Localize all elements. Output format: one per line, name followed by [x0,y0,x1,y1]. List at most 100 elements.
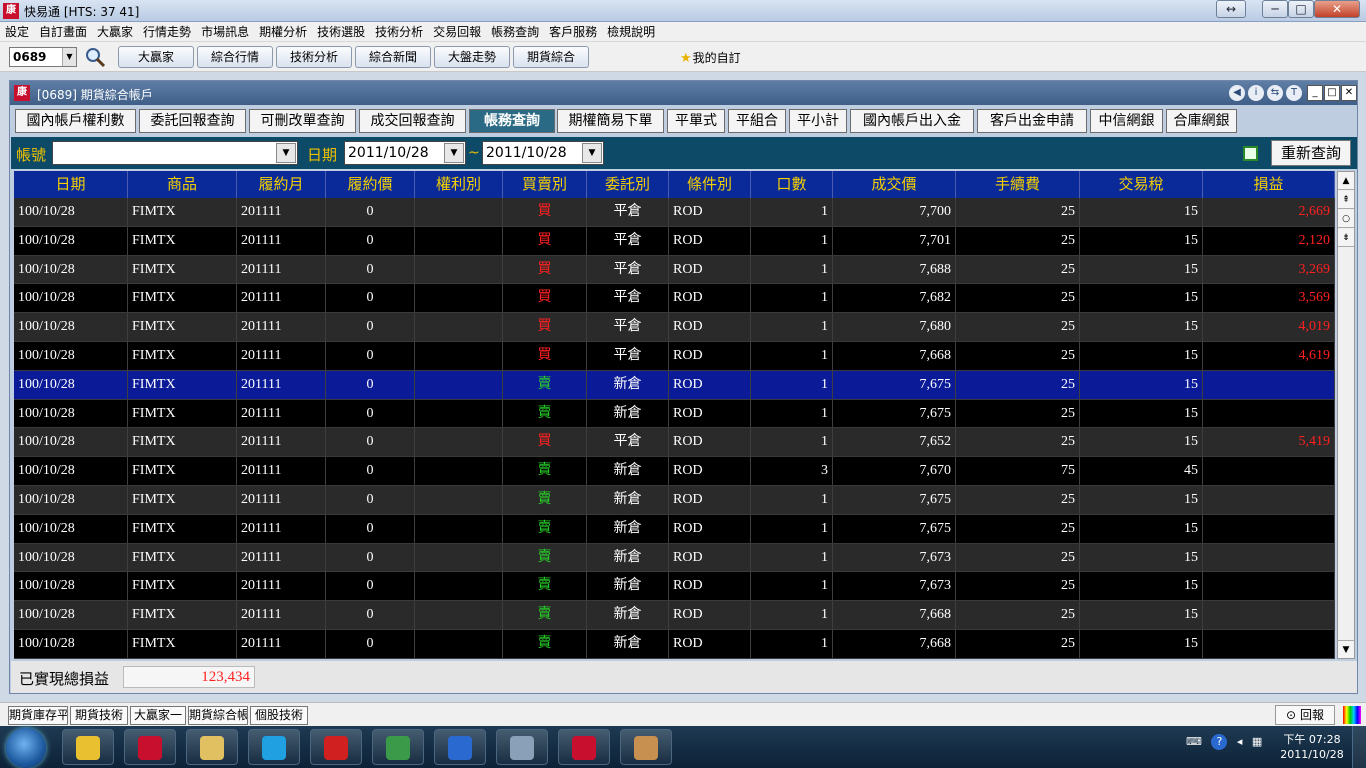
toolbar-button[interactable]: 期貨綜合 [513,46,589,68]
column-header[interactable]: 履約月 [237,171,326,198]
menu-item[interactable]: 交易回報 [428,22,486,42]
tab-7[interactable]: 平單式 [667,109,725,133]
menu-item[interactable]: 期權分析 [254,22,312,42]
export-icon[interactable] [1243,146,1258,161]
scroll-thumb[interactable]: ○ [1338,210,1354,228]
table-row[interactable]: 100/10/28 FIMTX 201111 0 買平倉 ROD 1 7,701 25 15 2,1… [14,226,1335,256]
table-row[interactable]: 100/10/28 FIMTX 201111 0 買平倉 ROD 1 7,700 25 15 2,6… [14,198,1335,227]
scroll-top-icon[interactable]: ⇞ [1338,191,1354,209]
tab-9[interactable]: 平小計 [789,109,847,133]
taskbar-item[interactable] [372,729,424,765]
column-header[interactable]: 商品 [128,171,237,198]
toolbar-button[interactable]: 綜合行情 [197,46,273,68]
pin-icon[interactable]: T [1286,85,1302,101]
window-tab[interactable]: 個股技術 [250,706,308,725]
menu-item[interactable]: 帳務查詢 [486,22,544,42]
menu-item[interactable]: 自訂畫面 [34,22,92,42]
tab-2[interactable]: 委託回報查詢 [139,109,246,133]
window-tab[interactable]: 期貨庫存平倉 [8,706,68,725]
window-tab[interactable]: 期貨綜合帳戶 [188,706,248,725]
taskbar-item[interactable] [248,729,300,765]
taskbar-item[interactable] [186,729,238,765]
column-header[interactable]: 條件別 [669,171,751,198]
table-row[interactable]: 100/10/28 FIMTX 201111 0 賣新倉 ROD 1 7,675 25 15 [14,370,1335,400]
taskbar-item[interactable] [558,729,610,765]
column-header[interactable]: 成交價 [833,171,956,198]
tab-8[interactable]: 平組合 [728,109,786,133]
taskbar-item[interactable] [620,729,672,765]
menu-item[interactable]: 設定 [0,22,34,42]
table-row[interactable]: 100/10/28 FIMTX 201111 0 買平倉 ROD 1 7,652 25 15 5,4… [14,428,1335,458]
table-row[interactable]: 100/10/28 FIMTX 201111 0 買平倉 ROD 1 7,668 25 15 4,6… [14,342,1335,371]
scroll-bottom-icon[interactable]: ⇟ [1338,229,1354,247]
table-row[interactable]: 100/10/28 FIMTX 201111 0 賣新倉 ROD 1 7,675 25 15 [14,514,1335,544]
tab-5[interactable]: 帳務查詢 [469,109,555,133]
keyboard-icon[interactable]: ⌨ [1186,735,1202,748]
back-icon[interactable]: ◀ [1229,85,1245,101]
menu-item[interactable]: 行情走勢 [138,22,196,42]
table-row[interactable]: 100/10/28 FIMTX 201111 0 賣新倉 ROD 1 7,668 25 15 [14,601,1335,630]
toolbar-button[interactable]: 綜合新聞 [355,46,431,68]
taskbar-item[interactable] [62,729,114,765]
column-header[interactable]: 損益 [1203,171,1335,198]
taskbar-item[interactable] [124,729,176,765]
table-row[interactable]: 100/10/28 FIMTX 201111 0 賣新倉 ROD 1 7,675 25 15 [14,486,1335,515]
volume-icon[interactable]: ◂ [1237,735,1243,748]
menu-item[interactable]: 市場訊息 [196,22,254,42]
menu-item[interactable]: 大贏家 [92,22,138,42]
tab-11[interactable]: 客戶出金申請 [977,109,1087,133]
info-icon[interactable]: i [1248,85,1264,101]
menu-item[interactable]: 客戶服務 [544,22,602,42]
maximize-button[interactable]: □ [1288,0,1314,18]
table-row[interactable]: 100/10/28 FIMTX 201111 0 賣新倉 ROD 1 7,675 25 15 [14,399,1335,429]
chevron-down-icon[interactable]: ▼ [276,143,296,163]
tab-10[interactable]: 國內帳戶出入金 [850,109,974,133]
tab-4[interactable]: 成交回報查詢 [359,109,466,133]
table-row[interactable]: 100/10/28 FIMTX 201111 0 賣新倉 ROD 1 7,673 25 15 [14,543,1335,573]
column-header[interactable]: 手續費 [956,171,1080,198]
show-desktop-button[interactable] [1352,726,1366,768]
table-row[interactable]: 100/10/28 FIMTX 201111 0 買平倉 ROD 1 7,680 25 15 4,0… [14,313,1335,342]
account-select[interactable]: ▼ [52,141,298,165]
scroll-up-icon[interactable]: ▲ [1338,172,1354,190]
column-header[interactable]: 履約價 [326,171,415,198]
window-tab[interactable]: 期貨技術 [70,706,128,725]
taskbar-item[interactable] [434,729,486,765]
tab-13[interactable]: 合庫網銀 [1166,109,1237,133]
taskbar-item[interactable] [310,729,362,765]
column-header[interactable]: 委託別 [587,171,669,198]
close-button[interactable]: ✕ [1314,0,1360,18]
help-icon[interactable]: ? [1211,734,1228,750]
toolbar-button[interactable]: 大盤走勢 [434,46,510,68]
date-from-picker[interactable]: 2011/10/28 ▼ [344,141,466,165]
column-header[interactable]: 權利別 [415,171,503,198]
link-icon[interactable]: ⇆ [1267,85,1283,101]
tab-12[interactable]: 中信網銀 [1090,109,1163,133]
restore-icon[interactable]: ↔ [1216,0,1246,18]
report-button[interactable]: ⊙ 回報 [1275,705,1335,725]
toolbar-button[interactable]: 大贏家 [118,46,194,68]
tab-6[interactable]: 期權簡易下單 [557,109,664,133]
column-header[interactable]: 交易稅 [1080,171,1203,198]
table-row[interactable]: 100/10/28 FIMTX 201111 0 賣新倉 ROD 1 7,668 25 15 [14,630,1335,659]
scroll-down-icon[interactable]: ▼ [1338,640,1354,658]
search-icon[interactable] [84,46,106,68]
date-to-picker[interactable]: 2011/10/28 ▼ [482,141,604,165]
minimize-button[interactable]: _ [1307,85,1323,101]
clock[interactable]: 下午 07:28 2011/10/28 [1277,732,1347,762]
maximize-button[interactable]: □ [1324,85,1340,101]
toolbar-button[interactable]: 技術分析 [276,46,352,68]
minimize-button[interactable]: ─ [1262,0,1288,18]
chevron-down-icon[interactable]: ▼ [62,48,76,66]
tab-1[interactable]: 國內帳戶權利數 [15,109,136,133]
window-tab[interactable]: 大贏家一 [130,706,186,725]
table-row[interactable]: 100/10/28 FIMTX 201111 0 買平倉 ROD 1 7,682 25 15 3,5… [14,284,1335,314]
start-button[interactable] [6,728,46,768]
close-button[interactable]: ✕ [1341,85,1357,101]
tab-3[interactable]: 可刪改單查詢 [249,109,356,133]
column-header[interactable]: 買賣別 [503,171,587,198]
table-row[interactable]: 100/10/28 FIMTX 201111 0 賣新倉 ROD 3 7,670 75 45 [14,457,1335,486]
stock-code-input[interactable]: 0689 ▼ [9,47,77,67]
taskbar-item[interactable] [496,729,548,765]
menu-item[interactable]: 檢規說明 [602,22,660,42]
